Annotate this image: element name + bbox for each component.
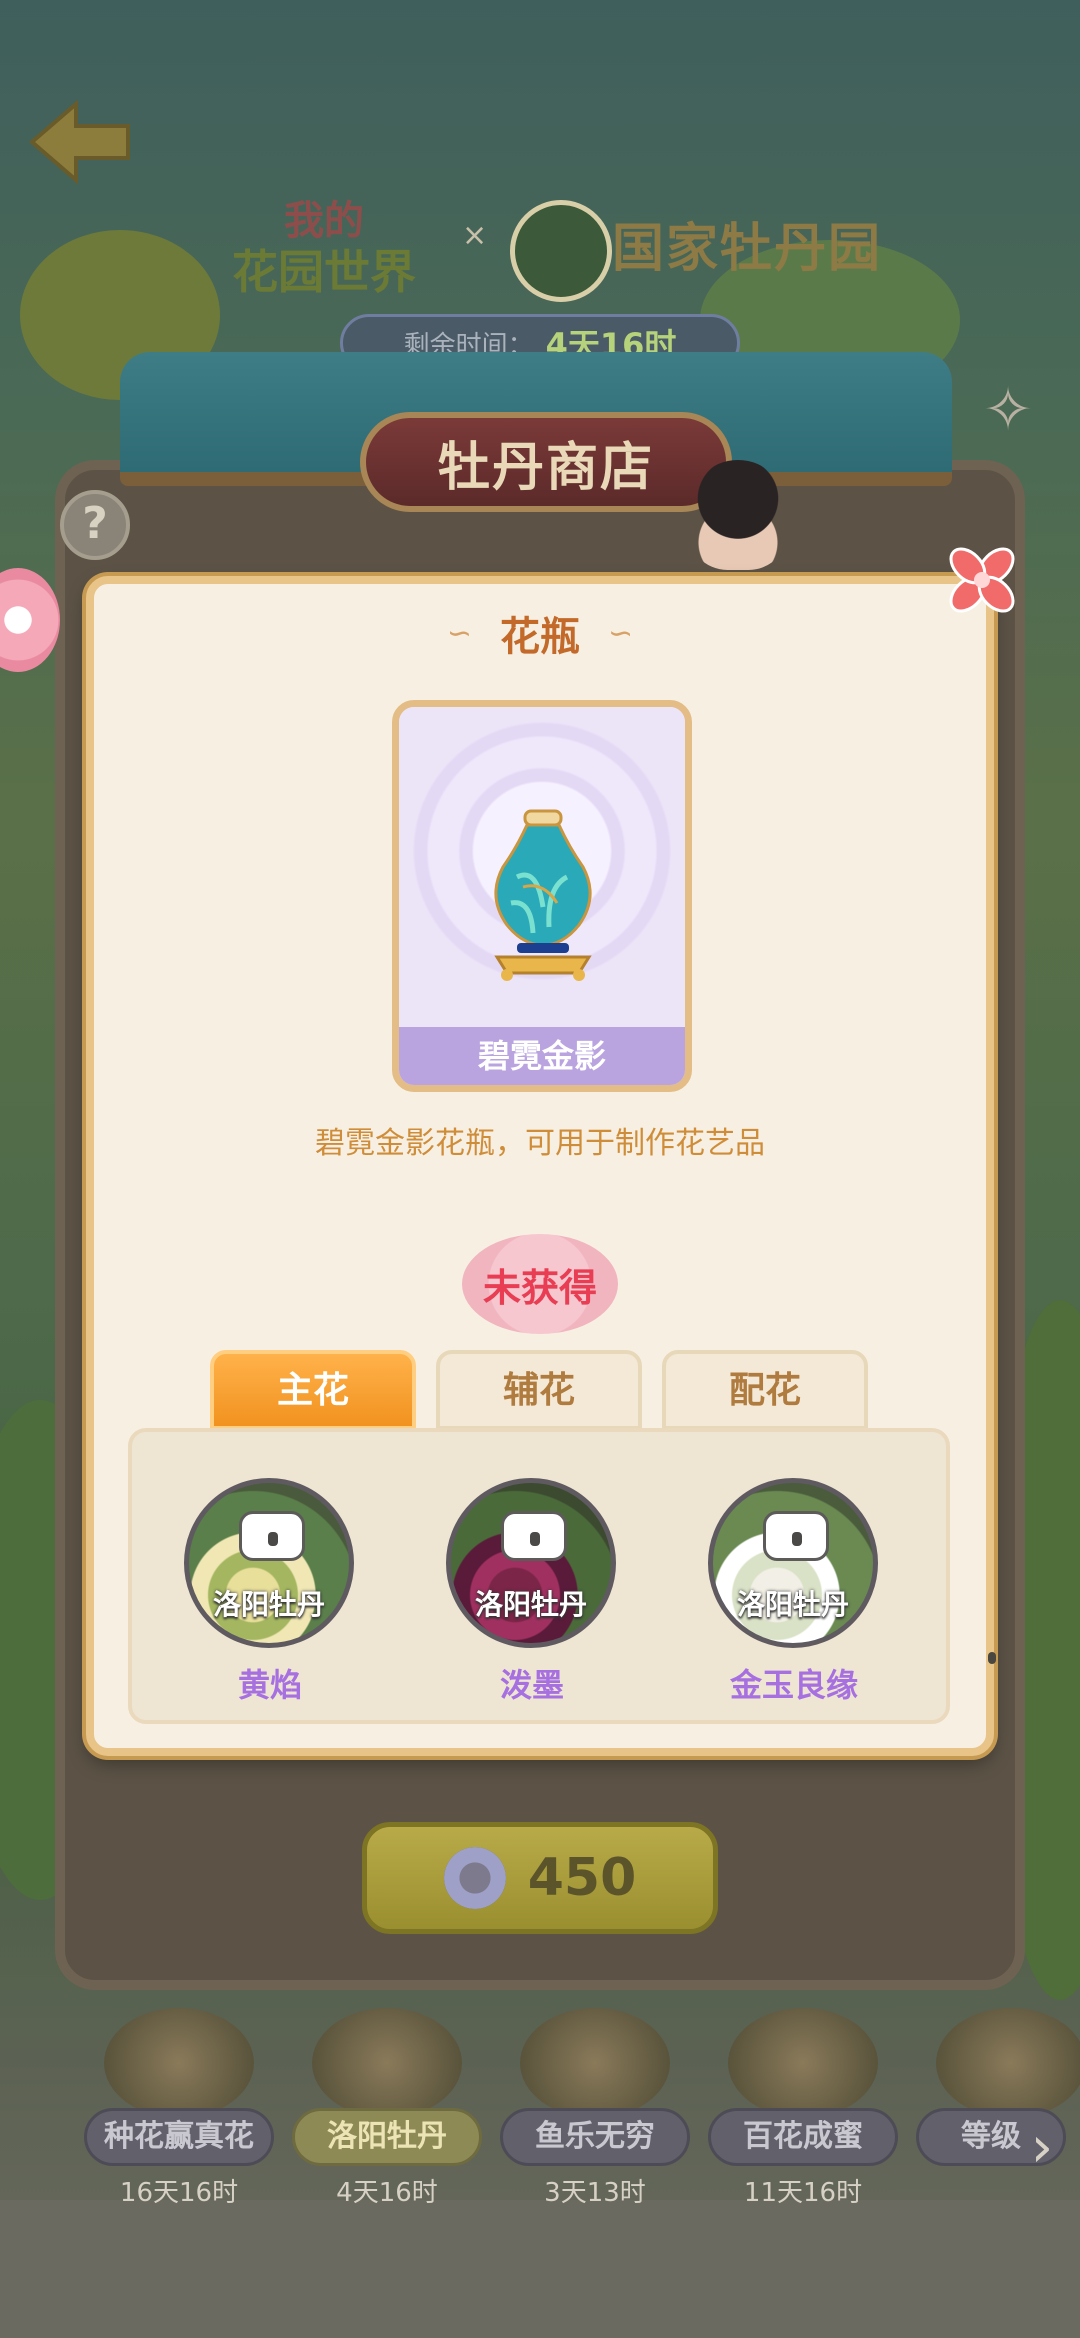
sparkle-icon[interactable]: ✧ [974,376,1042,444]
category-thumbnail[interactable] [312,2008,462,2118]
host-character [686,460,790,570]
category-tab[interactable]: 种花赢真花 [84,2108,274,2166]
buy-button[interactable]: 450 [362,1822,718,1934]
tab-main-flower[interactable]: 主花 [210,1350,416,1430]
park-seal-icon [510,200,612,302]
shop-title-sign: 牡丹商店 [360,412,732,512]
tab-label: 辅花 [502,1370,575,1411]
popup-title: 花瓶 [500,613,580,660]
flower-name: 金玉良缘 [729,1666,858,1704]
category-time: 4天16时 [336,2178,438,2208]
background-path [0,2200,1080,2338]
category-thumbnail[interactable] [520,2008,670,2118]
status-badge: 未获得 [462,1234,618,1334]
tab-accent-flower[interactable]: 配花 [662,1350,868,1430]
flower-item[interactable]: 洛阳牡丹 [184,1478,354,1648]
vase-icon [494,809,592,981]
category-time: 16天16时 [119,2178,239,2208]
item-description: 碧霓金影花瓶，可用于制作花艺品 [315,1126,765,1161]
game-logo: 我的 花园世界 [232,188,437,299]
currency-icon [443,1847,506,1909]
item-card: 碧霓金影 [392,700,692,1092]
tab-label: 主花 [276,1370,349,1411]
flower-caption: 洛阳牡丹 [212,1588,325,1621]
category-tab[interactable]: 百花成蜜 [708,2108,898,2166]
chevron-right-icon[interactable]: › [1012,2110,1072,2186]
category-thumbnail[interactable] [104,2008,254,2118]
price-value: 450 [527,1848,637,1908]
collab-symbol: × [462,218,488,253]
category-time: 11天16时 [743,2178,863,2208]
lock-icon [239,1511,305,1561]
flower-item[interactable]: 洛阳牡丹 [446,1478,616,1648]
category-thumbnail[interactable] [936,2008,1080,2118]
close-icon[interactable] [942,540,1022,620]
category-thumbnail[interactable] [728,2008,878,2118]
help-button[interactable]: ? [60,490,130,560]
scroll-indicator[interactable] [988,1652,996,1664]
category-tab[interactable]: 鱼乐无穷 [500,2108,690,2166]
game-logo-line2: 花园世界 [232,245,416,299]
flower-caption: 洛阳牡丹 [736,1588,849,1621]
tab-label: 配花 [728,1370,801,1411]
category-time: 3天13时 [544,2178,646,2208]
park-name: 国家牡丹园 [612,218,883,279]
lock-icon [763,1511,829,1561]
category-tab[interactable]: 洛阳牡丹 [292,2108,482,2166]
shop-title: 牡丹商店 [437,436,654,498]
flower-name: 黄焰 [237,1666,302,1704]
swirl-right-icon: ∽ [608,615,634,651]
status-text: 未获得 [482,1265,597,1310]
flower-item[interactable]: 洛阳牡丹 [708,1478,878,1648]
flower-name: 泼墨 [499,1666,564,1704]
item-name: 碧霓金影 [399,1027,685,1085]
tab-secondary-flower[interactable]: 辅花 [436,1350,642,1430]
flower-caption: 洛阳牡丹 [474,1588,587,1621]
lock-icon [501,1511,567,1561]
swirl-left-icon: ∽ [446,615,472,651]
popup-header: ∽ 花瓶 ∽ [340,600,740,666]
back-arrow-icon[interactable] [28,98,132,186]
